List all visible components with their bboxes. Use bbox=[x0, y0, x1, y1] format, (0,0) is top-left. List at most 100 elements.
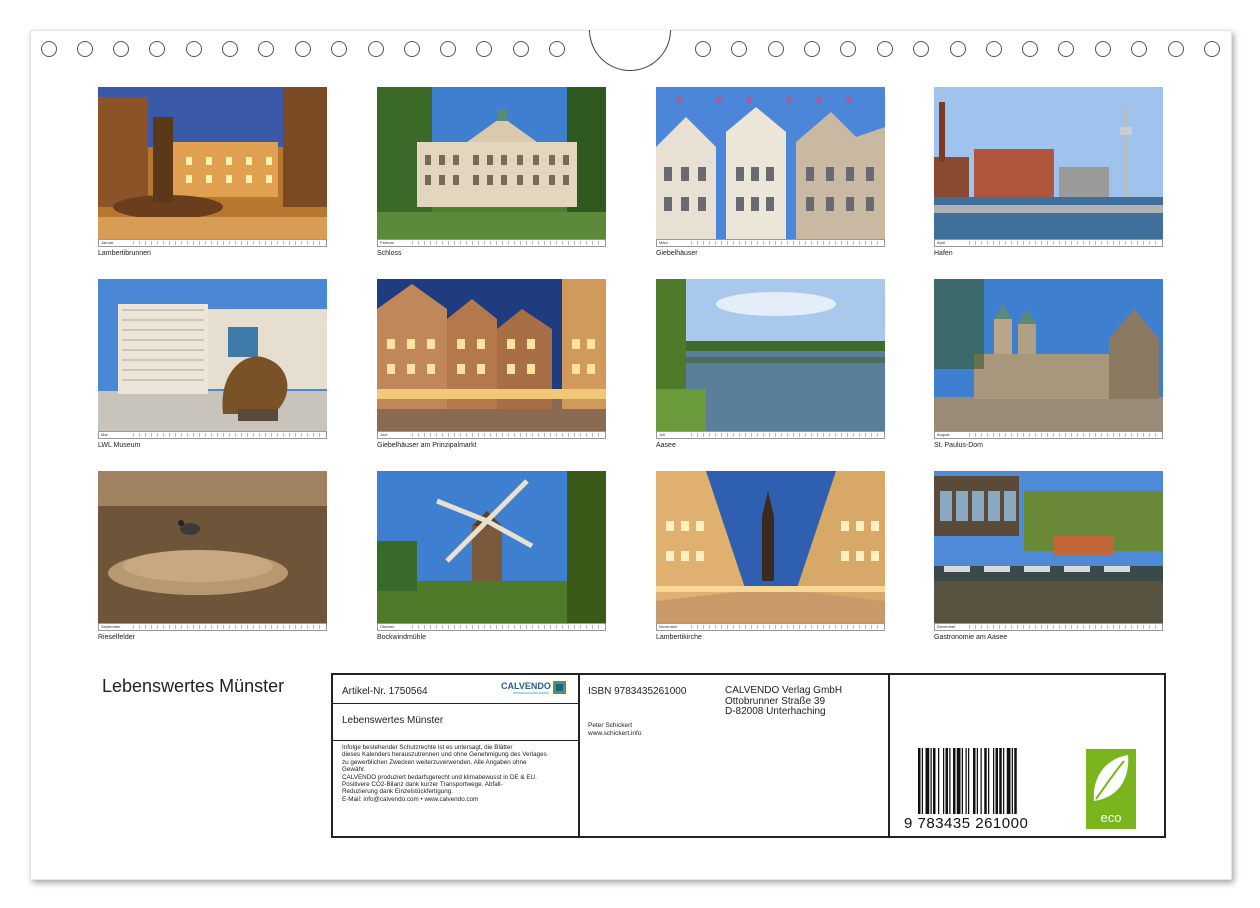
month-caption: Aasee bbox=[656, 442, 676, 449]
day-grid bbox=[133, 241, 324, 245]
publisher-address: CALVENDO Verlag GmbH Ottobrunner Straße 3… bbox=[725, 685, 842, 718]
month-label: Juli bbox=[659, 432, 666, 437]
month-photo bbox=[377, 279, 606, 431]
day-grid bbox=[691, 433, 882, 437]
divider bbox=[333, 703, 578, 704]
binding-ring bbox=[258, 41, 274, 57]
month-label: Dezember bbox=[937, 624, 956, 629]
binding-ring bbox=[77, 41, 93, 57]
legal-line: CALVENDO produziert bedarfsgerecht und k… bbox=[342, 773, 537, 781]
day-grid bbox=[412, 433, 603, 437]
month-label: Oktober bbox=[380, 624, 395, 629]
binding-ring bbox=[913, 41, 929, 57]
month-caption: Giebelhäuser am Prinzipalmarkt bbox=[377, 442, 477, 449]
binding-ring bbox=[331, 41, 347, 57]
month-caption: Bockwindmühle bbox=[377, 634, 427, 641]
binding-ring bbox=[804, 41, 820, 57]
day-grid bbox=[969, 433, 1160, 437]
legal-notice: Infolge bestehender Schutzrechte ist es … bbox=[342, 744, 578, 803]
month-label: März bbox=[659, 240, 668, 245]
day-grid bbox=[969, 625, 1160, 629]
binding-ring bbox=[1131, 41, 1147, 57]
month-day-strip: September bbox=[98, 623, 327, 631]
month-day-strip: November bbox=[656, 623, 885, 631]
month-photo-scene bbox=[656, 471, 885, 623]
month-caption: St. Paulus-Dom bbox=[934, 442, 984, 449]
binding-ring bbox=[113, 41, 129, 57]
legal-line: Gewähr. bbox=[342, 766, 366, 774]
month-tile: April Hafen bbox=[934, 87, 1163, 260]
month-caption: Gastronomie am Aasee bbox=[934, 634, 1008, 641]
month-label: April bbox=[937, 240, 946, 245]
month-photo bbox=[656, 279, 885, 431]
isbn: ISBN 9783435261000 bbox=[588, 686, 687, 697]
calendar-title: Lebenswertes Münster bbox=[102, 676, 285, 696]
month-caption: Giebelhäuser bbox=[656, 250, 698, 257]
month-photo-scene bbox=[98, 279, 327, 431]
binding-ring bbox=[1095, 41, 1111, 57]
day-grid bbox=[691, 625, 882, 629]
month-label: August bbox=[937, 432, 950, 437]
month-photo bbox=[377, 87, 606, 239]
eco-text: eco bbox=[1100, 810, 1122, 825]
binding-ring bbox=[1168, 41, 1184, 57]
binding-ring bbox=[950, 41, 966, 57]
author-name: Peter Schickert bbox=[588, 722, 633, 729]
month-photo-scene bbox=[934, 87, 1163, 239]
month-tile: Dezember Gastronomie am Aasee bbox=[934, 471, 1163, 644]
day-grid bbox=[412, 625, 603, 629]
month-caption: Hafen bbox=[934, 250, 953, 257]
day-grid bbox=[133, 625, 324, 629]
month-caption: Lambertikirche bbox=[656, 634, 702, 641]
month-photo bbox=[98, 279, 327, 431]
month-tile: November Lambertikirche bbox=[656, 471, 885, 644]
month-label: November bbox=[659, 624, 678, 629]
month-caption: Schloss bbox=[377, 250, 402, 257]
month-label: Mai bbox=[101, 432, 108, 437]
divider bbox=[888, 675, 890, 836]
month-label: September bbox=[101, 624, 121, 629]
month-day-strip: Februar bbox=[377, 239, 606, 247]
divider bbox=[578, 675, 580, 836]
month-day-strip: Juli bbox=[656, 431, 885, 439]
month-tile: September Rieselfelder bbox=[98, 471, 327, 644]
binding-ring bbox=[404, 41, 420, 57]
binding-ring bbox=[986, 41, 1002, 57]
author-website: www.schickert.info bbox=[588, 730, 642, 737]
binding-ring bbox=[295, 41, 311, 57]
binding-ring bbox=[513, 41, 529, 57]
binding-ring bbox=[1058, 41, 1074, 57]
month-tile: Mai LWL Museum bbox=[98, 279, 327, 452]
day-grid bbox=[133, 433, 324, 437]
month-photo-scene bbox=[98, 471, 327, 623]
month-photo bbox=[656, 471, 885, 623]
binding-ring bbox=[41, 41, 57, 57]
month-caption: LWL Museum bbox=[98, 442, 141, 449]
legal-line: Positivere CO2-Bilanz dank kurzer Transp… bbox=[342, 781, 503, 789]
month-day-strip: August bbox=[934, 431, 1163, 439]
month-tile: März Giebelhäuser bbox=[656, 87, 885, 260]
legal-line: zu gewerblichen Zwecken weiterzuverwende… bbox=[342, 758, 527, 766]
month-photo-scene bbox=[934, 279, 1163, 431]
month-photo bbox=[98, 87, 327, 239]
binding-ring bbox=[768, 41, 784, 57]
month-day-strip: Mai bbox=[98, 431, 327, 439]
month-photo bbox=[377, 471, 606, 623]
month-photo-scene bbox=[656, 87, 885, 239]
month-day-strip: April bbox=[934, 239, 1163, 247]
eco-leaf-icon: eco bbox=[1086, 749, 1136, 829]
month-photo-scene bbox=[377, 279, 606, 431]
month-photo bbox=[934, 471, 1163, 623]
month-photo bbox=[98, 471, 327, 623]
month-day-strip: Januar bbox=[98, 239, 327, 247]
binding-ring bbox=[440, 41, 456, 57]
binding-ring bbox=[149, 41, 165, 57]
month-photo bbox=[934, 279, 1163, 431]
binding-ring bbox=[476, 41, 492, 57]
legal-line: E-Mail: info@calvendo.com • www.calvendo… bbox=[342, 795, 479, 803]
month-tile: Juni Giebelhäuser am Prinzipalmarkt bbox=[377, 279, 606, 452]
month-label: Juni bbox=[380, 432, 388, 437]
binding-ring bbox=[549, 41, 565, 57]
month-label: Februar bbox=[380, 240, 395, 245]
month-caption: Rieselfelder bbox=[98, 634, 135, 641]
